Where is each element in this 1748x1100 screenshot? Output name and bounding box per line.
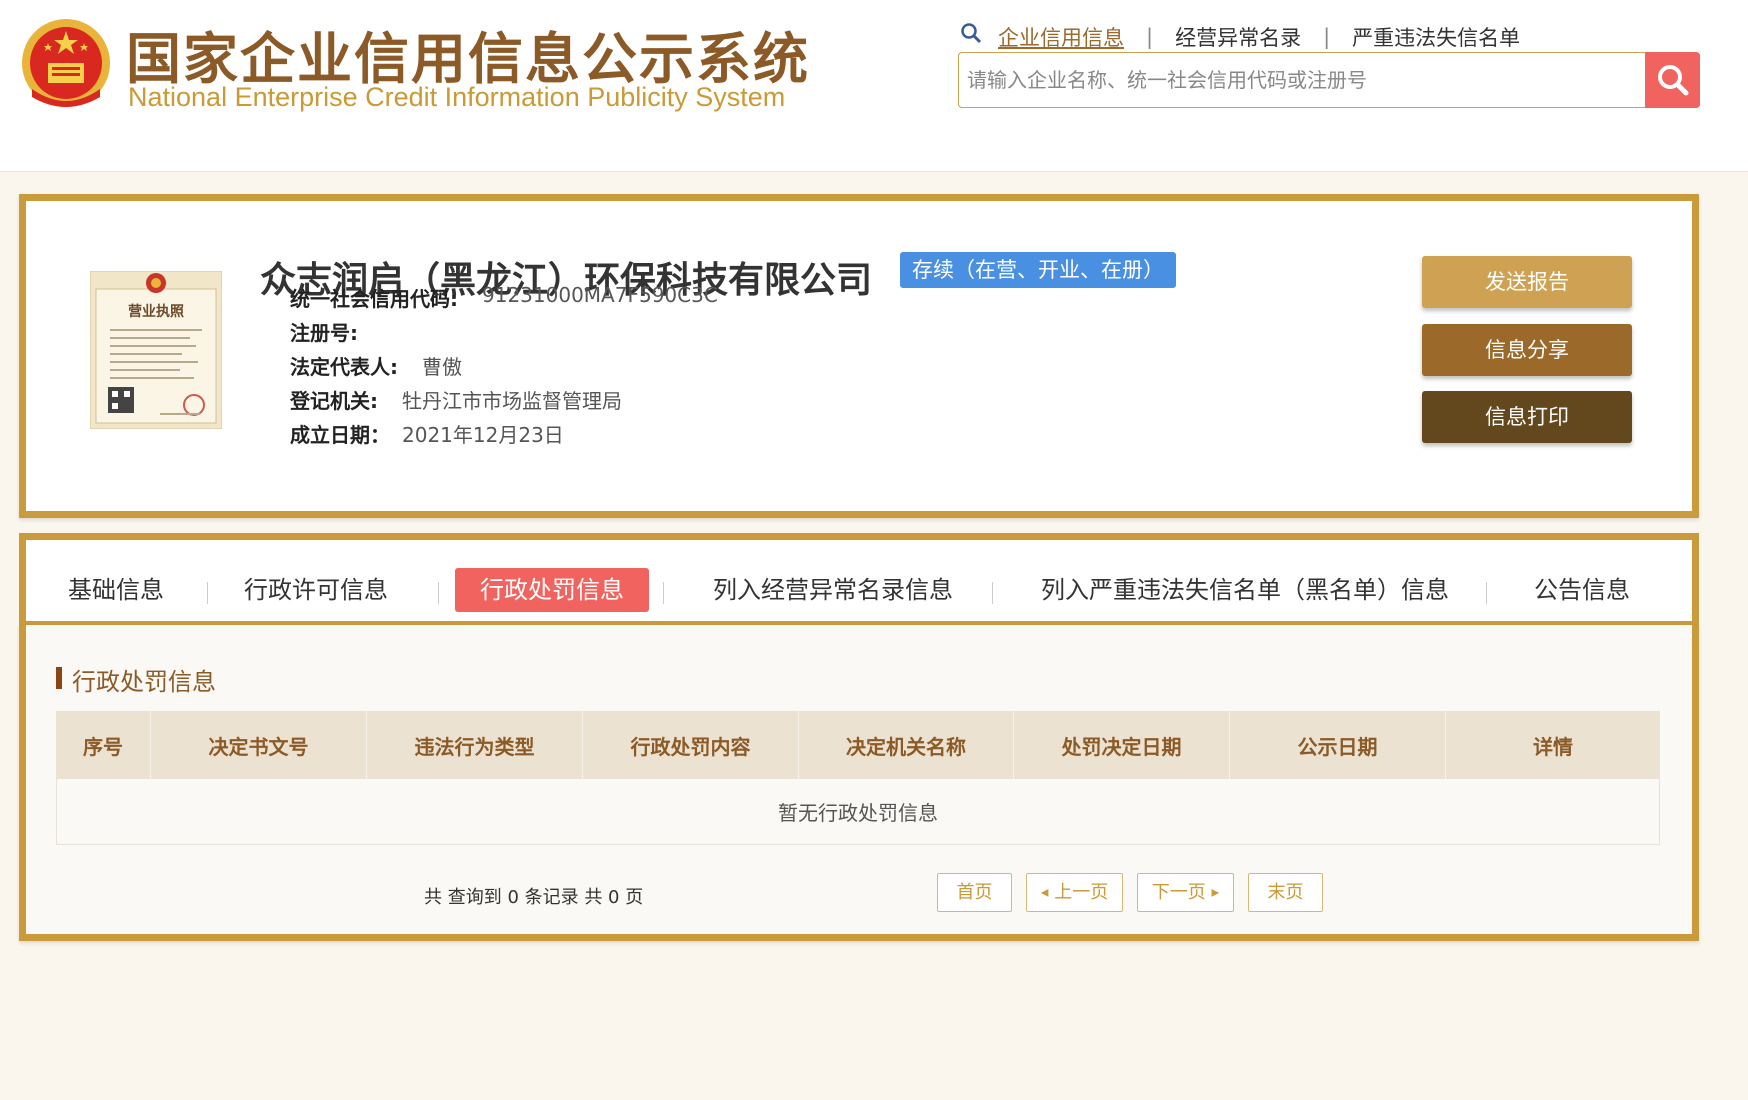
tab-announcements[interactable]: 公告信息: [1532, 568, 1632, 612]
column-header: 行政处罚内容: [583, 711, 799, 779]
field-label: 注册号:: [290, 321, 358, 345]
tab-admin-license[interactable]: 行政许可信息: [242, 568, 390, 612]
link-blacklist[interactable]: 严重违法失信名单: [1352, 22, 1520, 52]
field-founded-date: 成立日期： 2021年12月23日: [290, 419, 564, 448]
tab-separator: [1486, 582, 1487, 604]
record-count: 共 查询到 0 条记录 共 0 页: [424, 887, 644, 908]
tab-abnormal-list[interactable]: 列入经营异常名录信息: [708, 568, 958, 612]
license-heading: 营业执照: [128, 303, 184, 320]
field-label: 统一社会信用代码:: [290, 287, 458, 311]
tab-admin-penalty[interactable]: 行政处罚信息: [455, 568, 649, 612]
company-card: 营业执照 众志润启（黑龙江）环保科技有限公司 存续（在营、开业、在册） 统一社会…: [19, 194, 1699, 518]
national-emblem-icon: [22, 19, 110, 107]
search-button[interactable]: [1645, 52, 1700, 108]
column-header: 决定书文号: [151, 711, 367, 779]
link-separator: |: [1146, 25, 1154, 49]
search-box: [958, 52, 1700, 108]
field-credit-code: 统一社会信用代码: 91231000MA7F590C3C: [290, 283, 718, 312]
prev-page-label: 上一页: [1054, 882, 1109, 903]
prev-page-button[interactable]: ◀ 上一页: [1026, 873, 1123, 912]
field-label: 法定代表人:: [290, 355, 398, 379]
tab-separator: [992, 582, 993, 604]
link-enterprise-credit[interactable]: 企业信用信息: [998, 22, 1124, 52]
field-value: 2021年12月23日: [402, 423, 564, 447]
column-header: 公示日期: [1230, 711, 1446, 779]
status-badge: 存续（在营、开业、在册）: [900, 252, 1176, 288]
share-info-button[interactable]: 信息分享: [1422, 324, 1632, 376]
field-label: 登记机关:: [290, 389, 378, 413]
tab-separator: [438, 582, 439, 604]
table-header: 序号 决定书文号 违法行为类型 行政处罚内容 决定机关名称 处罚决定日期 公示日…: [56, 711, 1660, 779]
column-header: 序号: [56, 711, 151, 779]
section-title: 行政处罚信息: [72, 668, 216, 696]
magnifier-icon: [961, 23, 982, 44]
tab-basic-info[interactable]: 基础信息: [66, 568, 166, 612]
search-input[interactable]: [967, 59, 1617, 101]
business-license-image: 营业执照: [90, 271, 222, 429]
field-reg-number: 注册号:: [290, 317, 382, 346]
next-page-label: 下一页: [1151, 882, 1206, 903]
tabs-bar: 基础信息 行政许可信息 行政处罚信息 列入经营异常名录信息 列入严重违法失信名单…: [19, 533, 1699, 627]
next-page-button[interactable]: 下一页 ▶: [1137, 873, 1234, 912]
print-info-button[interactable]: 信息打印: [1422, 391, 1632, 443]
arrow-right-icon: ▶: [1211, 887, 1220, 899]
section-marker: [56, 667, 62, 689]
field-label: 成立日期：: [290, 423, 390, 447]
link-separator: |: [1323, 25, 1331, 49]
tab-blacklist[interactable]: 列入严重违法失信名单（黑名单）信息: [1040, 568, 1450, 612]
last-page-label: 末页: [1267, 882, 1304, 903]
field-legal-rep: 法定代表人: 曹傲: [290, 351, 462, 380]
first-page-button[interactable]: 首页: [937, 873, 1012, 912]
tab-separator: [663, 582, 664, 604]
empty-row: 暂无行政处罚信息: [56, 779, 1660, 845]
penalty-table: 序号 决定书文号 违法行为类型 行政处罚内容 决定机关名称 处罚决定日期 公示日…: [56, 711, 1660, 845]
field-value: 曹傲: [422, 355, 462, 379]
field-value: 91231000MA7F590C3C: [482, 283, 718, 307]
column-header: 违法行为类型: [367, 711, 583, 779]
column-header: 决定机关名称: [799, 711, 1014, 779]
top-links: 企业信用信息 | 经营异常名录 | 严重违法失信名单: [998, 22, 1520, 52]
column-header: 处罚决定日期: [1014, 711, 1230, 779]
search-icon: [1657, 65, 1688, 96]
field-authority: 登记机关: 牡丹江市市场监督管理局: [290, 385, 622, 414]
tab-separator: [207, 582, 208, 604]
column-header: 详情: [1533, 734, 1573, 759]
link-abnormal-list[interactable]: 经营异常名录: [1175, 22, 1301, 52]
site-subtitle: National Enterprise Credit Information P…: [128, 82, 786, 112]
arrow-left-icon: ◀: [1040, 887, 1049, 899]
last-page-button[interactable]: 末页: [1248, 873, 1323, 912]
site-header: 国家企业信用信息公示系统 National Enterprise Credit …: [0, 0, 1748, 172]
send-report-button[interactable]: 发送报告: [1422, 256, 1632, 308]
field-value: 牡丹江市市场监督管理局: [402, 389, 622, 413]
first-page-label: 首页: [956, 882, 993, 903]
